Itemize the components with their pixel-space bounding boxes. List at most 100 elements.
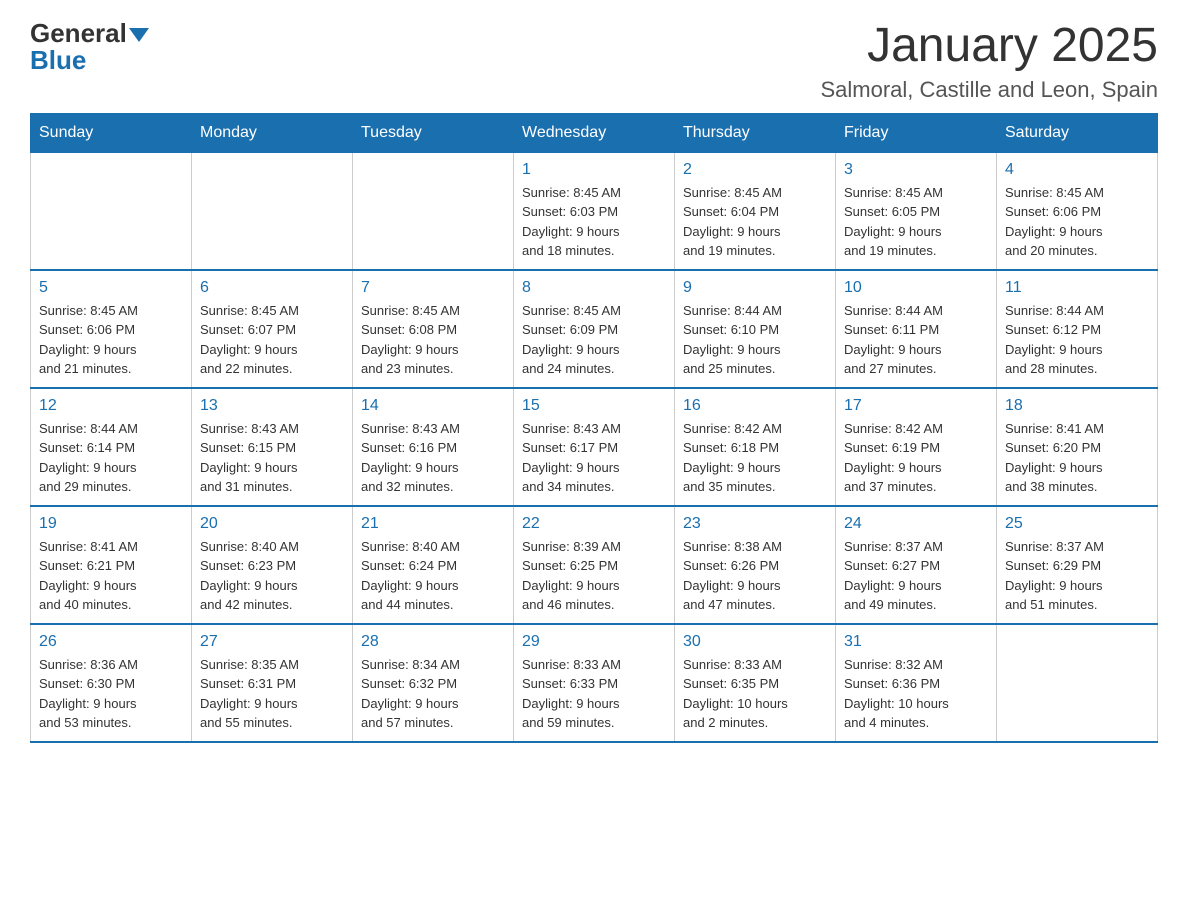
calendar-cell: 22Sunrise: 8:39 AMSunset: 6:25 PMDayligh… <box>514 506 675 624</box>
location-title: Salmoral, Castille and Leon, Spain <box>820 77 1158 103</box>
day-number: 18 <box>1005 397 1149 415</box>
weekday-header-tuesday: Tuesday <box>353 113 514 152</box>
day-info: Sunrise: 8:41 AMSunset: 6:21 PMDaylight:… <box>39 537 183 615</box>
calendar-cell <box>31 152 192 270</box>
day-info: Sunrise: 8:44 AMSunset: 6:10 PMDaylight:… <box>683 301 827 379</box>
calendar-cell: 6Sunrise: 8:45 AMSunset: 6:07 PMDaylight… <box>192 270 353 388</box>
day-info: Sunrise: 8:37 AMSunset: 6:29 PMDaylight:… <box>1005 537 1149 615</box>
day-number: 1 <box>522 161 666 179</box>
logo-bottom: Blue <box>30 47 86 74</box>
day-info: Sunrise: 8:33 AMSunset: 6:33 PMDaylight:… <box>522 655 666 733</box>
day-number: 12 <box>39 397 183 415</box>
day-info: Sunrise: 8:34 AMSunset: 6:32 PMDaylight:… <box>361 655 505 733</box>
day-number: 31 <box>844 633 988 651</box>
day-info: Sunrise: 8:45 AMSunset: 6:06 PMDaylight:… <box>39 301 183 379</box>
day-number: 9 <box>683 279 827 297</box>
calendar-cell: 12Sunrise: 8:44 AMSunset: 6:14 PMDayligh… <box>31 388 192 506</box>
calendar-cell: 11 Sunrise: 8:44 AMSunset: 6:12 PMDayligh… <box>997 270 1158 388</box>
day-number: 28 <box>361 633 505 651</box>
weekday-header-saturday: Saturday <box>997 113 1158 152</box>
day-number: 2 <box>683 161 827 179</box>
calendar-cell <box>997 624 1158 742</box>
week-row-2: 5 Sunrise: 8:45 AMSunset: 6:06 PMDaylight… <box>31 270 1158 388</box>
calendar-cell: 1 Sunrise: 8:45 AMSunset: 6:03 PMDaylight… <box>514 152 675 270</box>
calendar-cell <box>353 152 514 270</box>
calendar-cell: 18 Sunrise: 8:41 AMSunset: 6:20 PMDayligh… <box>997 388 1158 506</box>
page-header: General Blue January 2025 Salmoral, Cast… <box>30 20 1158 103</box>
week-row-1: 1 Sunrise: 8:45 AMSunset: 6:03 PMDaylight… <box>31 152 1158 270</box>
day-number: 17 <box>844 397 988 415</box>
calendar-cell: 27 Sunrise: 8:35 AMSunset: 6:31 PMDayligh… <box>192 624 353 742</box>
calendar-cell: 15 Sunrise: 8:43 AMSunset: 6:17 PMDayligh… <box>514 388 675 506</box>
day-number: 8 <box>522 279 666 297</box>
day-number: 16 <box>683 397 827 415</box>
week-row-3: 12Sunrise: 8:44 AMSunset: 6:14 PMDayligh… <box>31 388 1158 506</box>
day-number: 19 <box>39 515 183 533</box>
day-info: Sunrise: 8:45 AMSunset: 6:05 PMDaylight:… <box>844 183 988 261</box>
week-row-4: 19 Sunrise: 8:41 AMSunset: 6:21 PMDayligh… <box>31 506 1158 624</box>
calendar-cell: 29 Sunrise: 8:33 AMSunset: 6:33 PMDayligh… <box>514 624 675 742</box>
calendar-cell: 17Sunrise: 8:42 AMSunset: 6:19 PMDayligh… <box>836 388 997 506</box>
day-number: 23 <box>683 515 827 533</box>
calendar-cell: 24 Sunrise: 8:37 AMSunset: 6:27 PMDayligh… <box>836 506 997 624</box>
calendar-cell: 21Sunrise: 8:40 AMSunset: 6:24 PMDayligh… <box>353 506 514 624</box>
day-number: 15 <box>522 397 666 415</box>
day-info: Sunrise: 8:44 AMSunset: 6:11 PMDaylight:… <box>844 301 988 379</box>
calendar-header: SundayMondayTuesdayWednesdayThursdayFrid… <box>31 113 1158 152</box>
day-number: 27 <box>200 633 344 651</box>
calendar-cell <box>192 152 353 270</box>
day-number: 4 <box>1005 161 1149 179</box>
calendar-cell: 23 Sunrise: 8:38 AMSunset: 6:26 PMDayligh… <box>675 506 836 624</box>
title-block: January 2025 Salmoral, Castille and Leon… <box>820 20 1158 103</box>
day-info: Sunrise: 8:32 AMSunset: 6:36 PMDaylight:… <box>844 655 988 733</box>
calendar-table: SundayMondayTuesdayWednesdayThursdayFrid… <box>30 113 1158 743</box>
day-info: Sunrise: 8:43 AMSunset: 6:17 PMDaylight:… <box>522 419 666 497</box>
day-info: Sunrise: 8:45 AMSunset: 6:03 PMDaylight:… <box>522 183 666 261</box>
calendar-cell: 30 Sunrise: 8:33 AMSunset: 6:35 PMDayligh… <box>675 624 836 742</box>
day-info: Sunrise: 8:43 AMSunset: 6:16 PMDaylight:… <box>361 419 505 497</box>
day-info: Sunrise: 8:36 AMSunset: 6:30 PMDaylight:… <box>39 655 183 733</box>
day-number: 13 <box>200 397 344 415</box>
day-number: 11 <box>1005 279 1149 297</box>
calendar-cell: 10 Sunrise: 8:44 AMSunset: 6:11 PMDayligh… <box>836 270 997 388</box>
calendar-cell: 31 Sunrise: 8:32 AMSunset: 6:36 PMDayligh… <box>836 624 997 742</box>
day-number: 24 <box>844 515 988 533</box>
calendar-cell: 7Sunrise: 8:45 AMSunset: 6:08 PMDaylight… <box>353 270 514 388</box>
weekday-header-wednesday: Wednesday <box>514 113 675 152</box>
day-info: Sunrise: 8:41 AMSunset: 6:20 PMDaylight:… <box>1005 419 1149 497</box>
weekday-header-friday: Friday <box>836 113 997 152</box>
calendar-body: 1 Sunrise: 8:45 AMSunset: 6:03 PMDaylight… <box>31 152 1158 742</box>
day-info: Sunrise: 8:38 AMSunset: 6:26 PMDaylight:… <box>683 537 827 615</box>
logo-general-text: General <box>30 18 127 48</box>
logo-top: General <box>30 20 149 47</box>
calendar-cell: 8Sunrise: 8:45 AMSunset: 6:09 PMDaylight… <box>514 270 675 388</box>
day-number: 20 <box>200 515 344 533</box>
day-info: Sunrise: 8:44 AMSunset: 6:12 PMDaylight:… <box>1005 301 1149 379</box>
logo-triangle-icon <box>129 28 149 42</box>
calendar-cell: 26Sunrise: 8:36 AMSunset: 6:30 PMDayligh… <box>31 624 192 742</box>
calendar-cell: 19 Sunrise: 8:41 AMSunset: 6:21 PMDayligh… <box>31 506 192 624</box>
calendar-cell: 28 Sunrise: 8:34 AMSunset: 6:32 PMDayligh… <box>353 624 514 742</box>
calendar-cell: 9 Sunrise: 8:44 AMSunset: 6:10 PMDaylight… <box>675 270 836 388</box>
calendar-cell: 5 Sunrise: 8:45 AMSunset: 6:06 PMDaylight… <box>31 270 192 388</box>
day-info: Sunrise: 8:45 AMSunset: 6:04 PMDaylight:… <box>683 183 827 261</box>
day-info: Sunrise: 8:39 AMSunset: 6:25 PMDaylight:… <box>522 537 666 615</box>
day-info: Sunrise: 8:33 AMSunset: 6:35 PMDaylight:… <box>683 655 827 733</box>
day-info: Sunrise: 8:37 AMSunset: 6:27 PMDaylight:… <box>844 537 988 615</box>
day-number: 10 <box>844 279 988 297</box>
day-number: 3 <box>844 161 988 179</box>
day-number: 25 <box>1005 515 1149 533</box>
calendar-cell: 14Sunrise: 8:43 AMSunset: 6:16 PMDayligh… <box>353 388 514 506</box>
day-info: Sunrise: 8:42 AMSunset: 6:18 PMDaylight:… <box>683 419 827 497</box>
day-info: Sunrise: 8:45 AMSunset: 6:07 PMDaylight:… <box>200 301 344 379</box>
day-number: 30 <box>683 633 827 651</box>
month-title: January 2025 <box>820 20 1158 73</box>
weekday-header-monday: Monday <box>192 113 353 152</box>
day-info: Sunrise: 8:45 AMSunset: 6:08 PMDaylight:… <box>361 301 505 379</box>
calendar-cell: 16 Sunrise: 8:42 AMSunset: 6:18 PMDayligh… <box>675 388 836 506</box>
day-number: 5 <box>39 279 183 297</box>
day-number: 29 <box>522 633 666 651</box>
calendar-cell: 2 Sunrise: 8:45 AMSunset: 6:04 PMDaylight… <box>675 152 836 270</box>
day-info: Sunrise: 8:35 AMSunset: 6:31 PMDaylight:… <box>200 655 344 733</box>
logo: General Blue <box>30 20 149 74</box>
